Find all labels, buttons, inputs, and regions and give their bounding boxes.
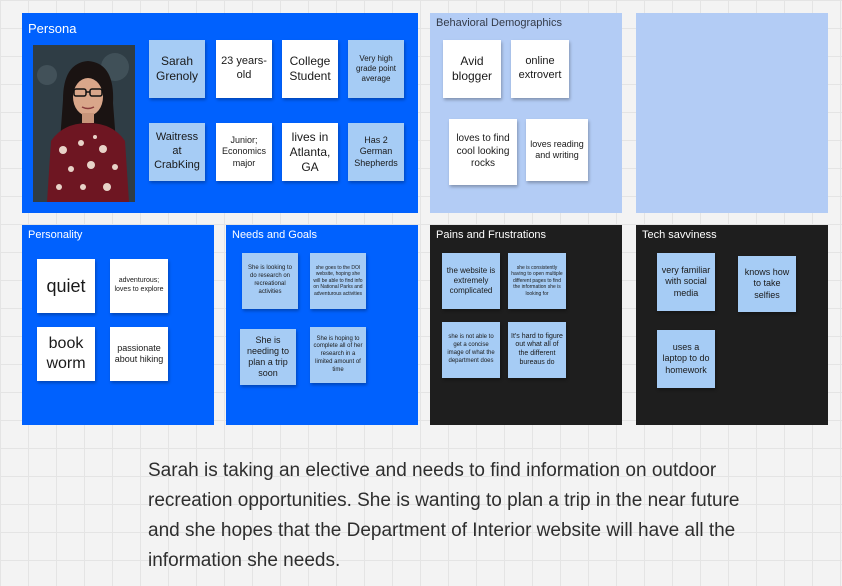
sticky-note[interactable]: knows how to take selfies [738,256,796,312]
sticky-note[interactable]: She is needing to plan a trip soon [240,329,296,385]
sticky-note[interactable]: book worm [37,327,95,381]
sticky-note[interactable]: Junior; Economics major [216,123,272,181]
personality-title: Personality [28,229,83,241]
needs-title: Needs and Goals [232,229,317,241]
sticky-note[interactable]: the website is extremely complicated [442,253,500,309]
sticky-note[interactable]: She is hoping to complete all of her res… [310,327,366,383]
sticky-note[interactable]: Sarah Grenoly [149,40,205,98]
persona-photo[interactable] [33,45,135,202]
sticky-note[interactable]: 23 years-old [216,40,272,98]
personality-frame[interactable]: Personality [22,225,214,425]
sticky-note[interactable]: Waitress at CrabKing [149,123,205,181]
sticky-note[interactable]: passionate about hiking [110,327,168,381]
empty-frame[interactable] [636,13,828,213]
sticky-note[interactable]: quiet [37,259,95,313]
sticky-note[interactable]: Has 2 German Shepherds [348,123,404,181]
tech-title: Tech savviness [642,229,717,241]
sticky-note[interactable]: Very high grade point average [348,40,404,98]
sticky-note[interactable]: adventurous; loves to explore [110,259,168,313]
behavioral-title: Behavioral Demographics [436,17,562,29]
sticky-note[interactable]: online extrovert [511,40,569,98]
persona-title: Persona [28,21,77,36]
sticky-note[interactable]: College Student [282,40,338,98]
sticky-note[interactable]: she is consistently having to open multi… [508,253,566,309]
woman-portrait-image [33,45,135,202]
sticky-note[interactable]: lives in Atlanta, GA [282,123,338,181]
sticky-note[interactable]: very familiar with social media [657,253,715,311]
sticky-note[interactable]: loves reading and writing [526,119,588,181]
sticky-note[interactable]: uses a laptop to do homework [657,330,715,388]
sticky-note[interactable]: she is not able to get a concise image o… [442,322,500,378]
pains-title: Pains and Frustrations [436,229,547,241]
sticky-note[interactable]: It's hard to figure out what all of the … [508,322,566,378]
sticky-note[interactable]: She is looking to do research on recreat… [242,253,298,309]
sticky-note[interactable]: Avid blogger [443,40,501,98]
persona-description: Sarah is taking an elective and needs to… [148,460,740,571]
sticky-note[interactable]: loves to find cool looking rocks [449,119,517,185]
sticky-note[interactable]: she goes to the DOI website, hoping she … [310,253,366,309]
